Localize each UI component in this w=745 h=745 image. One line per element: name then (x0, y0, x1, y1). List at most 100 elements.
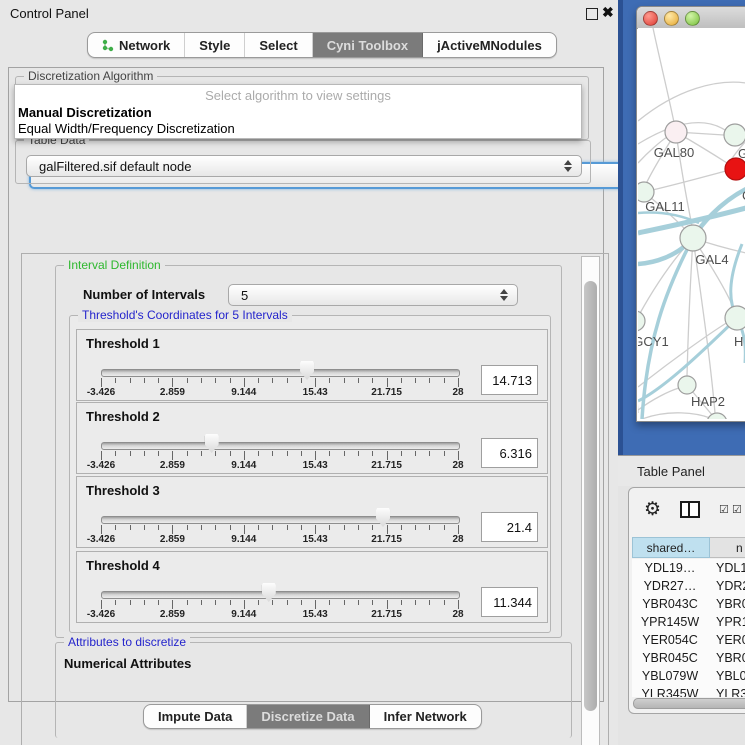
label-h: H (734, 334, 743, 349)
slider-tick (230, 525, 231, 530)
slider-tick (344, 600, 345, 605)
tick-label: 21.715 (371, 609, 402, 620)
float-window-icon[interactable] (586, 8, 598, 20)
settings-scrollbar[interactable] (581, 256, 600, 745)
minimize-traffic-light-icon[interactable] (664, 11, 679, 26)
node-partial-bottom[interactable] (707, 413, 727, 419)
tab-select[interactable]: Select (245, 33, 312, 57)
slider-tick (415, 600, 416, 605)
tab-style[interactable]: Style (185, 33, 245, 57)
slider-tick (344, 525, 345, 530)
network-node-labels: GAL80 GA C GAL11 GAL4 GCY1 H HAP2 (638, 145, 745, 409)
cell-name: YBR0 (708, 651, 745, 665)
tab-impute-data-label: Impute Data (158, 709, 232, 724)
label-gcy1: GCY1 (638, 334, 669, 349)
slider-tick (272, 600, 273, 605)
slider-tick (372, 525, 373, 530)
slider-tick (401, 525, 402, 530)
slider-tick (315, 451, 316, 460)
tab-network[interactable]: Network (88, 33, 185, 57)
algorithm-option-equal-width[interactable]: Equal Width/Frequency Discretization (18, 121, 235, 136)
threshold-value-field[interactable]: 11.344 (481, 587, 538, 617)
table-row[interactable]: YLR345WYLR3 (632, 685, 745, 697)
table-data-combobox[interactable]: galFiltered.sif default node (26, 155, 582, 177)
algorithm-dropdown-popup: Select algorithm to view settings Manual… (14, 84, 582, 139)
tab-discretize-data[interactable]: Discretize Data (247, 705, 369, 728)
slider-tick (301, 525, 302, 530)
slider-tick (344, 378, 345, 383)
tab-jactivemnodules[interactable]: jActiveMNodules (423, 33, 556, 57)
node-gal80[interactable] (665, 121, 687, 143)
close-icon[interactable]: ✖ (602, 4, 614, 21)
slider-track[interactable] (101, 442, 460, 450)
num-intervals-combobox[interactable]: 5 (228, 284, 518, 306)
column-header-shared-name[interactable]: shared… (632, 537, 710, 558)
tab-cyni-toolbox[interactable]: Cyni Toolbox (313, 33, 423, 57)
table-horizontal-scrollbar[interactable] (633, 698, 745, 709)
table-panel-box: ⚙ ☑ ☑ shared… n YDL19…YDL1YDR27…YDR2YBR0… (628, 487, 745, 714)
threshold-value-field[interactable]: 14.713 (481, 365, 538, 395)
network-canvas[interactable]: GAL80 GA C GAL11 GAL4 GCY1 H HAP2 (638, 28, 745, 419)
threshold-value-field[interactable]: 6.316 (481, 438, 538, 468)
node-gal4[interactable] (680, 225, 706, 251)
slider-tick (230, 451, 231, 456)
checkbox-icon[interactable]: ☑ (732, 503, 742, 516)
tick-label: -3.426 (87, 387, 115, 398)
bottom-tab-bar: Impute Data Discretize Data Infer Networ… (143, 704, 482, 729)
tick-label: 28 (452, 460, 463, 471)
gear-icon[interactable]: ⚙ (644, 499, 661, 521)
tab-impute-data[interactable]: Impute Data (144, 705, 247, 728)
node-selected-red[interactable] (725, 158, 745, 180)
node-h[interactable] (725, 306, 745, 330)
tab-cyni-toolbox-label: Cyni Toolbox (327, 38, 408, 53)
slider-tick (130, 451, 131, 456)
table-row[interactable]: YER054CYER0 (632, 631, 745, 649)
table-row[interactable]: YBL079WYBL0 (632, 667, 745, 685)
num-intervals-value: 5 (241, 288, 248, 303)
tab-infer-network[interactable]: Infer Network (370, 705, 481, 728)
slider-track[interactable] (101, 369, 460, 377)
cell-shared-name: YER054C (632, 633, 708, 647)
network-icon (102, 39, 114, 52)
slider-tick (130, 525, 131, 530)
label-gal4: GAL4 (695, 252, 728, 267)
columns-icon[interactable] (680, 501, 700, 518)
label-hap2: HAP2 (691, 394, 725, 409)
tick-label: -3.426 (87, 534, 115, 545)
node-hap2[interactable] (678, 376, 696, 394)
threshold-label: Threshold 1 (86, 336, 160, 351)
algorithm-placeholder-item[interactable]: Select algorithm to view settings (15, 88, 581, 103)
slider-tick (358, 525, 359, 530)
table-row[interactable]: YBR045CYBR0 (632, 649, 745, 667)
slider-tick (115, 525, 116, 530)
slider-tick (429, 378, 430, 383)
slider-tick (158, 378, 159, 383)
table-row[interactable]: YDR27…YDR2 (632, 577, 745, 595)
tick-label: 9.144 (231, 387, 256, 398)
tab-style-label: Style (199, 38, 230, 53)
table-row[interactable]: YBR043CYBR0 (632, 595, 745, 613)
table-header-row: shared… n (632, 537, 745, 558)
settings-scrollbar-thumb[interactable] (584, 281, 597, 711)
column-header-name[interactable]: n (710, 537, 745, 558)
network-window-titlebar[interactable] (637, 7, 745, 29)
close-traffic-light-icon[interactable] (643, 11, 658, 26)
tab-network-label: Network (119, 38, 170, 53)
cell-name: YER0 (708, 633, 745, 647)
table-row[interactable]: YDL19…YDL1 (632, 559, 745, 577)
slider-tick (144, 600, 145, 605)
table-rows[interactable]: YDL19…YDL1YDR27…YDR2YBR043CYBR0YPR145WYP… (632, 559, 745, 697)
threshold-value-field[interactable]: 21.4 (481, 512, 538, 542)
slider-track[interactable] (101, 591, 460, 599)
table-row[interactable]: YPR145WYPR1 (632, 613, 745, 631)
slider-track[interactable] (101, 516, 460, 524)
slider-tick (415, 525, 416, 530)
slider-tick (358, 451, 359, 456)
node-ga[interactable] (724, 124, 745, 146)
algorithm-option-manual[interactable]: Manual Discretization (18, 105, 152, 120)
threshold-label: Threshold 3 (86, 483, 160, 498)
slider-tick (387, 525, 388, 534)
checkbox-icon[interactable]: ☑ (719, 503, 729, 516)
zoom-traffic-light-icon[interactable] (685, 11, 700, 26)
node-gcy1[interactable] (638, 311, 645, 331)
